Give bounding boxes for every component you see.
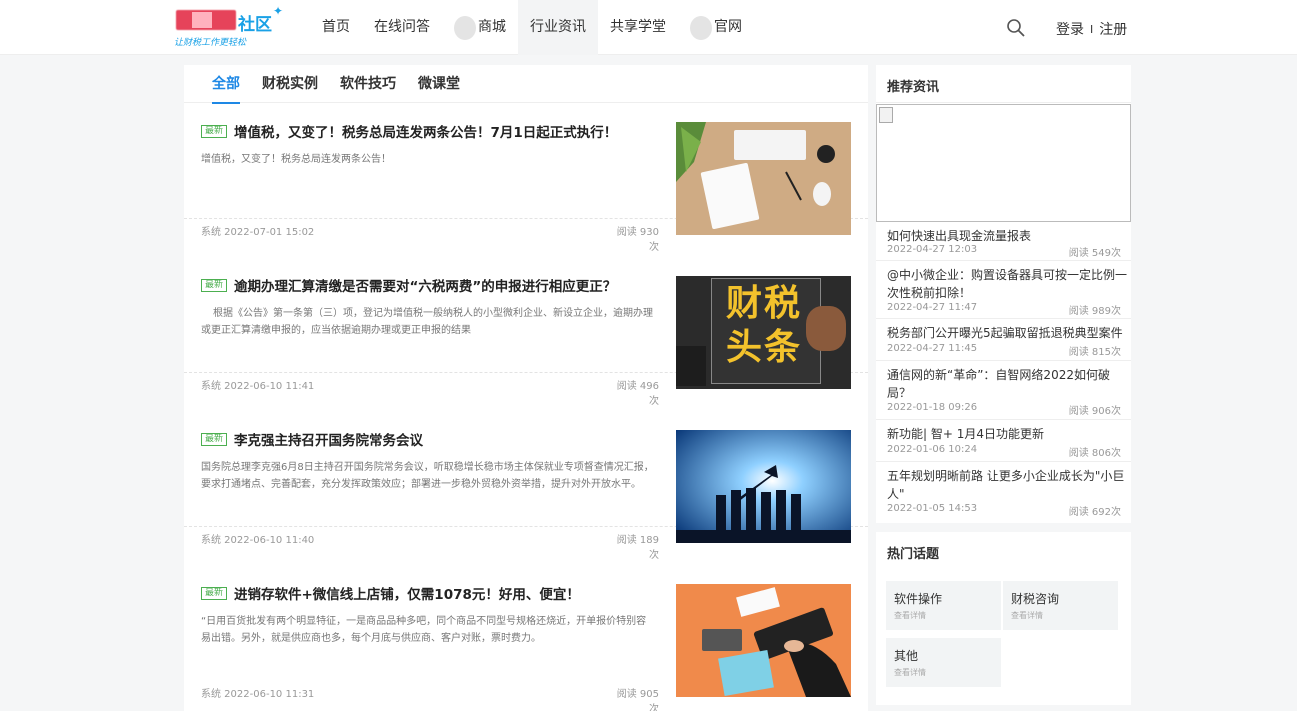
hot-topics-title: 热门话题 bbox=[887, 547, 940, 562]
new-badge: 最新 bbox=[201, 125, 228, 138]
auth-separator: I bbox=[1090, 22, 1094, 36]
news-title[interactable]: @中小微企业：购置设备器具可按一定比例一次性税前扣除！ bbox=[887, 266, 1127, 302]
recommended-panel: 推荐资讯 如何快速出具现金流量报表 2022-04-27 12:03 阅读 54… bbox=[876, 65, 1131, 523]
site-logo[interactable]: 社区 ✦ 让财税工作更轻松 bbox=[172, 4, 287, 48]
news-date: 2022-01-18 09:26 bbox=[887, 402, 978, 413]
nav-classroom-label: 共享学堂 bbox=[610, 19, 666, 35]
news-item[interactable]: 五年规划明晰前路 让更多小企业成长为"小巨人" 2022-01-05 14:53… bbox=[876, 462, 1131, 522]
new-badge: 最新 bbox=[201, 279, 228, 292]
article-list-panel: 全部 财税实例 软件技巧 微课堂 最新 增值税，又变了！税务总局连发两条公告！7… bbox=[184, 65, 868, 711]
news-date: 2022-01-06 10:24 bbox=[887, 444, 978, 455]
recommended-title: 推荐资讯 bbox=[876, 65, 1131, 103]
topic-name: 财税咨询 bbox=[1011, 592, 1060, 606]
nav-home-label: 首页 bbox=[322, 19, 350, 35]
logo-mark-highlight bbox=[192, 12, 212, 28]
main-nav: 首页 在线问答 商城 行业资讯 共享学堂 官网 bbox=[310, 0, 754, 55]
news-reads: 阅读 806次 bbox=[1068, 448, 1121, 459]
news-reads: 阅读 692次 bbox=[1068, 507, 1121, 518]
topic-detail-link[interactable]: 查看详情 bbox=[1011, 610, 1043, 621]
nav-classroom[interactable]: 共享学堂 bbox=[598, 0, 678, 55]
news-item[interactable]: 如何快速出具现金流量报表 2022-04-27 12:03 阅读 549次 bbox=[876, 222, 1131, 261]
article-title[interactable]: 李克强主持召开国务院常务会议 bbox=[234, 429, 664, 449]
official-icon bbox=[690, 15, 712, 40]
news-item[interactable]: 税务部门公开曝光5起骗取留抵退税典型案件 2022-04-27 11:45 阅读… bbox=[876, 319, 1131, 361]
hot-topics-panel: 热门话题 软件操作 查看详情 财税咨询 查看详情 其他 查看详情 bbox=[876, 532, 1131, 705]
nav-industry-news-label: 行业资讯 bbox=[530, 19, 586, 35]
article-summary: “日用百货批发有两个明显特征，一是商品品种多吧，同个商品不同型号规格还烧近，开单… bbox=[201, 616, 647, 644]
new-badge: 最新 bbox=[201, 433, 228, 446]
topic-detail-link[interactable]: 查看详情 bbox=[894, 667, 926, 678]
new-badge: 最新 bbox=[201, 587, 228, 600]
nav-qa-label: 在线问答 bbox=[374, 19, 430, 35]
news-title[interactable]: 五年规划明晰前路 让更多小企业成长为"小巨人" bbox=[887, 467, 1127, 503]
nav-qa[interactable]: 在线问答 bbox=[362, 0, 442, 55]
article-title[interactable]: 增值税，又变了！税务总局连发两条公告！7月1日起正式执行！ bbox=[234, 121, 664, 141]
nav-official[interactable]: 官网 bbox=[678, 0, 754, 55]
news-item[interactable]: 新功能| 智+ 1月4日功能更新 2022-01-06 10:24 阅读 806… bbox=[876, 420, 1131, 462]
store-icon bbox=[454, 15, 476, 40]
article-item[interactable]: 最新 李克强主持召开国务院常务会议 国务院总理李克强6月8日主持召开国务院常务会… bbox=[184, 373, 868, 561]
news-reads: 阅读 989次 bbox=[1068, 306, 1121, 317]
login-link[interactable]: 登录 bbox=[1056, 19, 1084, 39]
auth-links: 登录 I 注册 bbox=[1056, 19, 1127, 39]
topic-name: 软件操作 bbox=[894, 592, 943, 606]
news-date: 2022-04-27 11:45 bbox=[887, 343, 978, 354]
broken-image-icon bbox=[879, 107, 893, 123]
news-title[interactable]: 通信网的新“革命”：自智网络2022如何破局？ bbox=[887, 366, 1127, 402]
news-reads: 阅读 815次 bbox=[1068, 347, 1121, 358]
article-summary: 增值税，又变了！税务总局连发两条公告！ bbox=[201, 154, 391, 165]
news-date: 2022-01-05 14:53 bbox=[887, 503, 978, 514]
article-title[interactable]: 进销存软件+微信线上店铺，仅需1078元！好用、便宜！ bbox=[234, 583, 664, 603]
logo-name: 社区 bbox=[238, 15, 272, 35]
site-header: 社区 ✦ 让财税工作更轻松 首页 在线问答 商城 行业资讯 共享学堂 官网 登录… bbox=[0, 0, 1297, 55]
logo-tagline: 让财税工作更轻松 bbox=[174, 38, 247, 48]
nav-store-label: 商城 bbox=[478, 19, 506, 35]
news-title[interactable]: 如何快速出具现金流量报表 bbox=[887, 227, 1127, 245]
article-reads: 阅读 905次 bbox=[616, 689, 659, 711]
news-date: 2022-04-27 12:03 bbox=[887, 244, 978, 255]
nav-industry-news[interactable]: 行业资讯 bbox=[518, 0, 598, 55]
nav-official-label: 官网 bbox=[714, 19, 742, 35]
article-item[interactable]: 最新 增值税，又变了！税务总局连发两条公告！7月1日起正式执行！ 增值税，又变了… bbox=[184, 65, 868, 253]
topic-name: 其他 bbox=[894, 649, 919, 663]
register-link[interactable]: 注册 bbox=[1099, 19, 1127, 39]
article-title[interactable]: 逾期办理汇算清缴是否需要对“六税两费”的申报进行相应更正？ bbox=[234, 275, 664, 295]
article-thumbnail[interactable] bbox=[676, 584, 851, 697]
article-author-time: 系统 2022-06-10 11:31 bbox=[201, 689, 315, 700]
news-reads: 阅读 906次 bbox=[1068, 406, 1121, 417]
nav-store[interactable]: 商城 bbox=[442, 0, 518, 55]
news-title[interactable]: 新功能| 智+ 1月4日功能更新 bbox=[887, 425, 1127, 443]
article-summary: 根据《公告》第一条第（三）项，登记为增值税一般纳税人的小型微利企业、新设立企业，… bbox=[201, 308, 653, 336]
search-icon[interactable] bbox=[1006, 18, 1026, 38]
news-title[interactable]: 税务部门公开曝光5起骗取留抵退税典型案件 bbox=[887, 324, 1127, 342]
news-item[interactable]: @中小微企业：购置设备器具可按一定比例一次性税前扣除！ 2022-04-27 1… bbox=[876, 261, 1131, 319]
article-summary: 国务院总理李克强6月8日主持召开国务院常务会议，听取稳增长稳市场主体保就业专项督… bbox=[201, 462, 654, 490]
topic-card[interactable]: 软件操作 查看详情 bbox=[886, 581, 1001, 630]
thumbnail-caption: 财税头条 bbox=[726, 283, 803, 368]
news-item[interactable]: 通信网的新“革命”：自智网络2022如何破局？ 2022-01-18 09:26… bbox=[876, 361, 1131, 420]
sparkle-icon: ✦ bbox=[273, 4, 284, 18]
recommended-banner-image[interactable] bbox=[876, 104, 1131, 222]
topic-card[interactable]: 其他 查看详情 bbox=[886, 638, 1001, 687]
article-item[interactable]: 最新 进销存软件+微信线上店铺，仅需1078元！好用、便宜！ “日用百货批发有两… bbox=[184, 527, 868, 711]
news-reads: 阅读 549次 bbox=[1068, 248, 1121, 259]
article-item[interactable]: 最新 逾期办理汇算清缴是否需要对“六税两费”的申报进行相应更正？ 根据《公告》第… bbox=[184, 219, 868, 407]
news-date: 2022-04-27 11:47 bbox=[887, 302, 978, 313]
topic-card[interactable]: 财税咨询 查看详情 bbox=[1003, 581, 1118, 630]
nav-home[interactable]: 首页 bbox=[310, 0, 362, 55]
topic-detail-link[interactable]: 查看详情 bbox=[894, 610, 926, 621]
